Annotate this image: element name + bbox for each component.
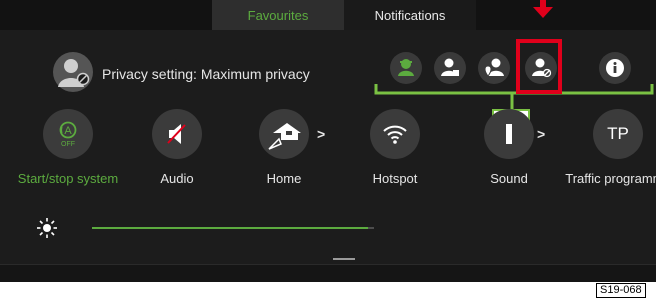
tab-notifications[interactable]: Notifications xyxy=(344,0,476,30)
bottom-strip xyxy=(0,264,656,282)
start-stop-tile[interactable]: A OFF xyxy=(43,109,93,159)
hotspot-label: Hotspot xyxy=(372,171,418,186)
start-stop-icon-letter: A xyxy=(64,125,72,137)
home-label: Home xyxy=(266,171,302,186)
privacy-avatar-icon xyxy=(52,51,94,93)
person-icon xyxy=(398,59,414,76)
speaker-muted-icon xyxy=(167,124,186,144)
info-icon xyxy=(606,59,624,77)
drawer-handle[interactable] xyxy=(333,258,355,260)
infotainment-screen: Favourites Notifications Privacy setting… xyxy=(0,0,656,282)
tab-bar: Favourites Notifications xyxy=(0,0,656,30)
hotspot-tile[interactable] xyxy=(370,109,420,159)
figure-code: S19-068 xyxy=(596,283,646,298)
sun-icon xyxy=(37,218,57,238)
person-data-icon xyxy=(441,58,459,76)
privacy-info-button[interactable] xyxy=(599,52,631,84)
tab-favourites[interactable]: Favourites xyxy=(212,0,344,30)
home-navigation-icon xyxy=(268,123,301,150)
home-tile[interactable] xyxy=(259,109,309,159)
highlight-box xyxy=(516,39,562,94)
privacy-mode-location-button[interactable] xyxy=(478,52,510,84)
start-stop-label: Start/stop system xyxy=(17,171,119,186)
start-stop-icon-off: OFF xyxy=(61,141,75,148)
audio-tile[interactable] xyxy=(152,109,202,159)
audio-label: Audio xyxy=(160,171,194,186)
arrow-down-icon xyxy=(533,0,553,18)
brightness-slider[interactable] xyxy=(92,227,374,229)
home-submenu-chevron: > xyxy=(317,126,326,142)
traffic-programme-icon: TP xyxy=(607,124,629,143)
person-location-icon xyxy=(484,58,504,77)
traffic-programme-label: Traffic programme xyxy=(565,171,656,186)
brightness-slider-fill xyxy=(92,227,369,229)
privacy-mode-person-button[interactable] xyxy=(390,52,422,84)
privacy-setting-label: Privacy setting: Maximum privacy xyxy=(102,66,310,82)
wifi-icon xyxy=(383,125,407,144)
sound-icon xyxy=(506,124,512,144)
sound-submenu-chevron: > xyxy=(537,126,546,142)
sound-label: Sound xyxy=(490,171,528,186)
traffic-programme-tile[interactable]: TP xyxy=(593,109,643,159)
start-stop-icon: A OFF xyxy=(59,121,77,148)
sound-tile[interactable] xyxy=(484,109,534,159)
privacy-mode-data-button[interactable] xyxy=(434,52,466,84)
